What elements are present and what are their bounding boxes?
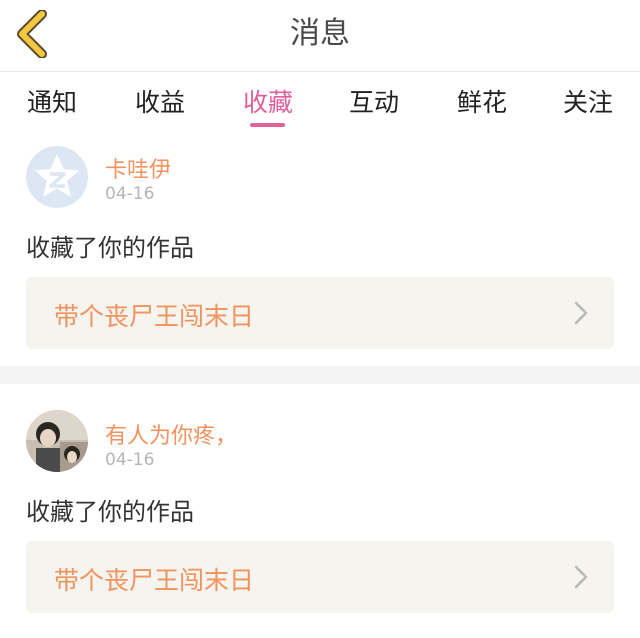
message-card: 卡哇伊 04-16 收藏了你的作品 带个丧尸王闯末日 <box>0 134 640 366</box>
tab-favorites[interactable]: 收藏 <box>238 83 298 123</box>
user-photo-avatar[interactable] <box>26 410 88 472</box>
chevron-right-icon <box>574 301 588 325</box>
message-date: 04-16 <box>105 450 155 470</box>
message-date: 04-16 <box>105 184 155 204</box>
work-link[interactable]: 带个丧尸王闯末日 <box>26 541 614 613</box>
work-link[interactable]: 带个丧尸王闯末日 <box>26 277 614 349</box>
work-title: 带个丧尸王闯末日 <box>54 566 255 595</box>
tab-notifications[interactable]: 通知 <box>22 83 82 123</box>
chevron-right-icon <box>574 565 588 589</box>
top-bar: 消息 <box>0 0 640 72</box>
username[interactable]: 卡哇伊 <box>105 152 171 184</box>
page-title: 消息 <box>290 16 350 51</box>
active-tab-indicator <box>250 123 285 127</box>
default-avatar-icon[interactable] <box>26 146 88 208</box>
message-action-text: 收藏了你的作品 <box>26 234 194 262</box>
tab-flowers[interactable]: 鲜花 <box>452 83 512 123</box>
message-action-text: 收藏了你的作品 <box>26 498 194 526</box>
tab-bar: 通知 收益 收藏 互动 鲜花 关注 <box>0 73 640 133</box>
username[interactable]: 有人为你疼， <box>105 418 237 450</box>
section-divider <box>0 366 640 384</box>
message-card: 有人为你疼， 04-16 收藏了你的作品 带个丧尸王闯末日 <box>0 384 640 638</box>
tab-follows[interactable]: 关注 <box>558 83 618 123</box>
tab-interactions[interactable]: 互动 <box>344 83 404 123</box>
tab-earnings[interactable]: 收益 <box>130 83 190 123</box>
work-title: 带个丧尸王闯末日 <box>54 302 255 331</box>
